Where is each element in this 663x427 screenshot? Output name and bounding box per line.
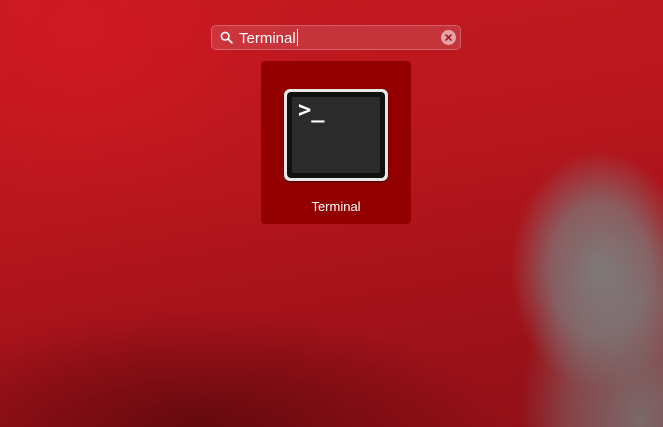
terminal-icon-screen: >_ [292,97,380,173]
text-caret [296,29,298,46]
app-label[interactable]: Terminal [261,199,411,214]
clear-search-icon[interactable] [441,30,456,45]
search-input-text: Terminal [239,30,296,47]
terminal-app-icon[interactable]: >_ [284,89,388,181]
terminal-prompt-glyph: >_ [298,98,325,123]
search-result-terminal[interactable]: >_ Terminal [261,61,411,224]
search-icon [220,31,233,44]
terminal-icon-bezel: >_ [287,92,385,178]
search-field[interactable]: Terminal [211,25,461,50]
search-input[interactable]: Terminal [239,29,298,47]
